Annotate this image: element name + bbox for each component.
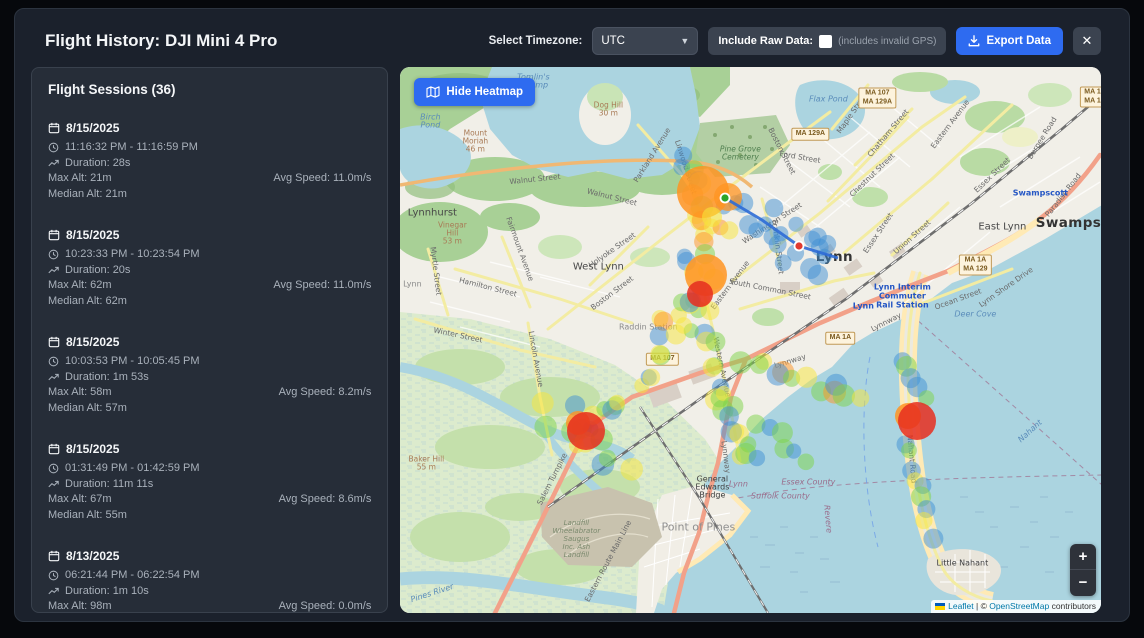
attribution-separator: | © [974, 601, 990, 611]
session-avg-speed: Avg Speed: 8.2m/s [279, 385, 372, 401]
session-time-range: 10:23:33 PM - 10:23:54 PM [65, 247, 200, 263]
map-canvas[interactable]: Tomlin'sSwampBirchPondMountMoriah46 mDog… [400, 67, 1101, 613]
sessions-heading: Flight Sessions (36) [48, 82, 371, 97]
session-max-altitude: Max Alt: 58m [48, 385, 112, 401]
session-median-altitude: Median Alt: 21m [48, 187, 127, 203]
calendar-icon [48, 443, 60, 455]
map-terrain [400, 67, 1101, 613]
zoom-in-button[interactable]: + [1070, 544, 1096, 570]
session-max-altitude: Max Alt: 62m [48, 278, 112, 294]
flight-session-card[interactable]: 8/15/2025 10:23:33 PM - 10:23:54 PM Dura… [48, 228, 371, 309]
map-attribution: Leaflet | © OpenStreetMap contributors [931, 600, 1101, 613]
session-time-range: 01:31:49 PM - 01:42:59 PM [65, 461, 200, 477]
hide-heatmap-label: Hide Heatmap [446, 86, 523, 98]
map-zoom-control: + − [1070, 544, 1096, 596]
trending-up-icon [48, 586, 59, 597]
session-date: 8/15/2025 [66, 335, 119, 349]
calendar-icon [48, 229, 60, 241]
osm-link[interactable]: OpenStreetMap [989, 601, 1049, 611]
export-label: Export Data [986, 35, 1051, 47]
trending-up-icon [48, 158, 59, 169]
session-date: 8/13/2025 [66, 549, 119, 563]
chevron-down-icon: ▼ [680, 36, 689, 46]
flight-history-modal: Flight History: DJI Mini 4 Pro Select Ti… [14, 8, 1130, 622]
modal-header: Flight History: DJI Mini 4 Pro Select Ti… [31, 21, 1101, 61]
timezone-select[interactable]: UTC ▼ [592, 27, 698, 55]
raw-data-label: Include Raw Data: [718, 35, 813, 47]
trending-up-icon [48, 265, 59, 276]
session-avg-speed: Avg Speed: 11.0m/s [273, 278, 371, 294]
timezone-value: UTC [601, 35, 625, 47]
flight-session-card[interactable]: 8/15/2025 10:03:53 PM - 10:05:45 PM Dura… [48, 335, 371, 416]
flight-session-card[interactable]: 8/15/2025 01:31:49 PM - 01:42:59 PM Dura… [48, 442, 371, 523]
session-max-altitude: Max Alt: 98m [48, 599, 112, 613]
clock-icon [48, 249, 59, 260]
ukraine-flag-icon [935, 603, 945, 610]
zoom-out-button[interactable]: − [1070, 570, 1096, 596]
session-median-altitude: Median Alt: 62m [48, 294, 127, 310]
page-title: Flight History: DJI Mini 4 Pro [31, 31, 489, 51]
attribution-suffix: contributors [1049, 601, 1096, 611]
session-avg-speed: Avg Speed: 11.0m/s [273, 171, 371, 187]
session-time-range: 10:03:53 PM - 10:05:45 PM [65, 354, 200, 370]
flight-session-card[interactable]: 8/13/2025 06:21:44 PM - 06:22:54 PM Dura… [48, 549, 371, 613]
session-date: 8/15/2025 [66, 228, 119, 242]
calendar-icon [48, 336, 60, 348]
timezone-label: Select Timezone: [489, 35, 583, 47]
download-icon [968, 35, 980, 47]
calendar-icon [48, 550, 60, 562]
session-time-range: 06:21:44 PM - 06:22:54 PM [65, 568, 200, 584]
session-median-altitude: Median Alt: 55m [48, 508, 127, 524]
close-button[interactable]: ✕ [1073, 27, 1101, 55]
flight-session-card[interactable]: 8/15/2025 11:16:32 PM - 11:16:59 PM Dura… [48, 121, 371, 202]
session-max-altitude: Max Alt: 21m [48, 171, 112, 187]
session-avg-speed: Avg Speed: 8.6m/s [279, 492, 372, 508]
leaflet-link[interactable]: Leaflet [948, 601, 974, 611]
session-duration: Duration: 28s [65, 156, 130, 172]
map-icon [426, 86, 440, 98]
session-duration: Duration: 1m 53s [65, 370, 149, 386]
hide-heatmap-button[interactable]: Hide Heatmap [414, 78, 535, 106]
trending-up-icon [48, 372, 59, 383]
session-date: 8/15/2025 [66, 121, 119, 135]
session-duration: Duration: 20s [65, 263, 130, 279]
calendar-icon [48, 122, 60, 134]
flight-sessions-panel: Flight Sessions (36) 8/15/2025 11:16:32 … [31, 67, 388, 613]
session-max-altitude: Max Alt: 67m [48, 492, 112, 508]
export-data-button[interactable]: Export Data [956, 27, 1063, 55]
clock-icon [48, 356, 59, 367]
raw-data-toggle-group: Include Raw Data: (includes invalid GPS) [708, 27, 946, 55]
session-avg-speed: Avg Speed: 0.0m/s [279, 599, 372, 613]
session-duration: Duration: 1m 10s [65, 584, 149, 600]
session-date: 8/15/2025 [66, 442, 119, 456]
close-icon: ✕ [1082, 33, 1093, 49]
clock-icon [48, 142, 59, 153]
clock-icon [48, 570, 59, 581]
raw-data-checkbox[interactable] [819, 35, 832, 48]
session-median-altitude: Median Alt: 57m [48, 401, 127, 417]
session-duration: Duration: 11m 11s [65, 477, 153, 493]
clock-icon [48, 463, 59, 474]
session-list: 8/15/2025 11:16:32 PM - 11:16:59 PM Dura… [48, 121, 371, 613]
session-time-range: 11:16:32 PM - 11:16:59 PM [65, 140, 198, 156]
raw-data-note: (includes invalid GPS) [838, 36, 936, 47]
trending-up-icon [48, 479, 59, 490]
